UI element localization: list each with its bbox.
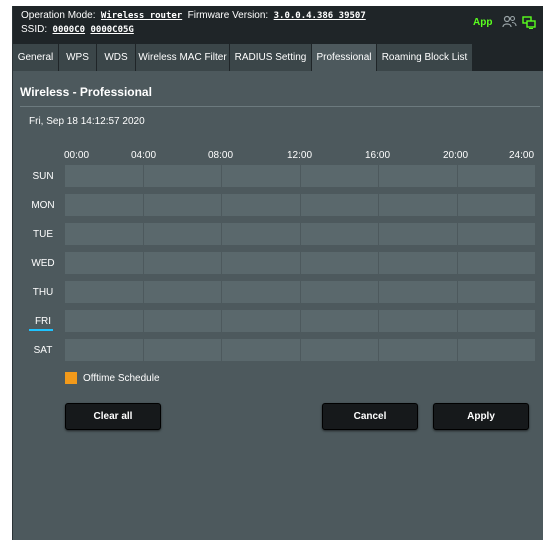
- ssid-line: SSID: 0000C0 0000C05G: [21, 24, 134, 35]
- title-divider: [20, 106, 540, 107]
- schedule-cell-mon-0[interactable]: [65, 194, 143, 216]
- page-title: Wireless - Professional: [20, 85, 152, 99]
- schedule-cell-fri-0[interactable]: [65, 310, 143, 332]
- schedule-cell-wed-5[interactable]: [457, 252, 535, 274]
- schedule-cell-sat-3[interactable]: [300, 339, 378, 361]
- router-settings-panel: Operation Mode: Wireless router Firmware…: [12, 6, 543, 540]
- apply-button[interactable]: Apply: [433, 403, 529, 430]
- day-label-wed[interactable]: WED: [27, 258, 59, 269]
- monitor-icon[interactable]: [522, 15, 536, 34]
- schedule-cell-fri-3[interactable]: [300, 310, 378, 332]
- schedule-cell-sun-1[interactable]: [143, 165, 221, 187]
- tab-general[interactable]: General: [13, 44, 59, 71]
- schedule-cell-fri-2[interactable]: [222, 310, 300, 332]
- schedule-cell-sat-0[interactable]: [65, 339, 143, 361]
- schedule-cell-sat-5[interactable]: [457, 339, 535, 361]
- tab-professional[interactable]: Professional: [312, 44, 377, 71]
- day-label-fri[interactable]: FRI: [27, 316, 59, 327]
- day-label-mon[interactable]: MON: [27, 200, 59, 211]
- firmware-link[interactable]: 3.0.0.4.386_39507: [274, 11, 366, 21]
- schedule-cell-mon-2[interactable]: [222, 194, 300, 216]
- offtime-legend-label: Offtime Schedule: [83, 373, 160, 384]
- current-date: Fri, Sep 18 14:12:57 2020: [29, 116, 145, 127]
- ssid-link-1[interactable]: 0000C0: [53, 25, 86, 35]
- schedule-cell-sun-5[interactable]: [457, 165, 535, 187]
- day-label-sat[interactable]: SAT: [27, 345, 59, 356]
- day-label-sun[interactable]: SUN: [27, 171, 59, 182]
- schedule-cell-thu-0[interactable]: [65, 281, 143, 303]
- schedule-cell-fri-5[interactable]: [457, 310, 535, 332]
- schedule-cell-fri-4[interactable]: [379, 310, 457, 332]
- schedule-cell-wed-3[interactable]: [300, 252, 378, 274]
- hour-label: 00:00: [64, 150, 90, 161]
- schedule-cell-sat-2[interactable]: [222, 339, 300, 361]
- schedule-cell-sun-4[interactable]: [379, 165, 457, 187]
- schedule-cell-mon-1[interactable]: [143, 194, 221, 216]
- schedule-cell-sun-0[interactable]: [65, 165, 143, 187]
- firmware-label: Firmware Version:: [187, 10, 269, 21]
- operation-mode-link[interactable]: Wireless router: [101, 11, 182, 21]
- schedule-cell-mon-3[interactable]: [300, 194, 378, 216]
- schedule-cell-tue-1[interactable]: [143, 223, 221, 245]
- clear-all-button[interactable]: Clear all: [65, 403, 161, 430]
- schedule-cell-thu-1[interactable]: [143, 281, 221, 303]
- schedule-cell-fri-1[interactable]: [143, 310, 221, 332]
- schedule-cell-thu-5[interactable]: [457, 281, 535, 303]
- ssid-label: SSID:: [21, 24, 48, 35]
- tab-roaming-block-list[interactable]: Roaming Block List: [377, 44, 473, 71]
- tab-radius-setting[interactable]: RADIUS Setting: [230, 44, 312, 71]
- schedule-cell-mon-5[interactable]: [457, 194, 535, 216]
- hour-label: 16:00: [365, 150, 391, 161]
- schedule-cell-wed-2[interactable]: [222, 252, 300, 274]
- schedule-cell-sat-4[interactable]: [379, 339, 457, 361]
- schedule-cell-tue-3[interactable]: [300, 223, 378, 245]
- tab-wireless-mac-filter[interactable]: Wireless MAC Filter: [136, 44, 230, 71]
- hour-label: 08:00: [208, 150, 234, 161]
- ssid-link-2[interactable]: 0000C05G: [90, 25, 133, 35]
- schedule-cell-sun-3[interactable]: [300, 165, 378, 187]
- app-link[interactable]: App: [473, 17, 492, 28]
- operation-mode-line: Operation Mode: Wireless router Firmware…: [21, 10, 366, 21]
- schedule-cell-thu-3[interactable]: [300, 281, 378, 303]
- schedule-cell-wed-1[interactable]: [143, 252, 221, 274]
- schedule-cell-thu-2[interactable]: [222, 281, 300, 303]
- tab-wds[interactable]: WDS: [97, 44, 136, 71]
- people-icon[interactable]: [502, 15, 517, 33]
- hour-label: 04:00: [131, 150, 157, 161]
- schedule-cell-wed-0[interactable]: [65, 252, 143, 274]
- schedule-cell-sun-2[interactable]: [222, 165, 300, 187]
- schedule-cell-thu-4[interactable]: [379, 281, 457, 303]
- schedule-cell-wed-4[interactable]: [379, 252, 457, 274]
- current-day-indicator: [29, 329, 53, 331]
- schedule-cell-tue-5[interactable]: [457, 223, 535, 245]
- hour-label: 20:00: [443, 150, 469, 161]
- top-status-bar: Operation Mode: Wireless router Firmware…: [13, 6, 543, 43]
- schedule-cell-tue-2[interactable]: [222, 223, 300, 245]
- schedule-cell-tue-4[interactable]: [379, 223, 457, 245]
- hour-label: 12:00: [287, 150, 313, 161]
- hour-label: 24:00: [509, 150, 535, 161]
- schedule-cell-mon-4[interactable]: [379, 194, 457, 216]
- operation-mode-label: Operation Mode:: [21, 10, 96, 21]
- tab-bar: General WPS WDS Wireless MAC Filter RADI…: [13, 43, 543, 71]
- cancel-button[interactable]: Cancel: [322, 403, 418, 430]
- day-label-thu[interactable]: THU: [27, 287, 59, 298]
- schedule-cell-sat-1[interactable]: [143, 339, 221, 361]
- tab-wps[interactable]: WPS: [59, 44, 97, 71]
- day-label-tue[interactable]: TUE: [27, 229, 59, 240]
- offtime-legend-swatch: [65, 372, 77, 384]
- schedule-cell-tue-0[interactable]: [65, 223, 143, 245]
